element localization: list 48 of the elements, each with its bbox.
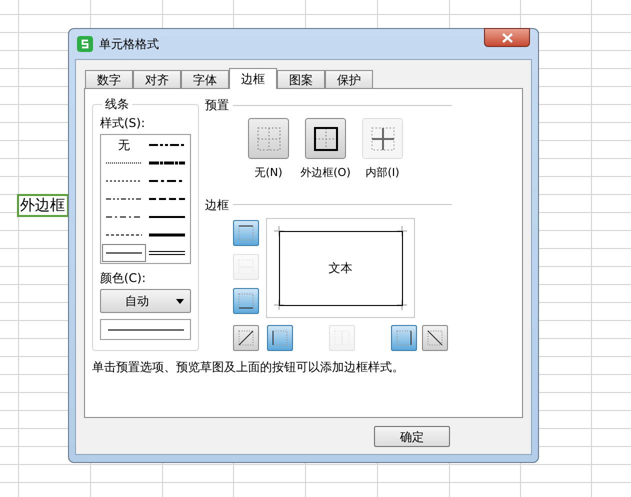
border-toggle-button[interactable]	[233, 324, 259, 350]
line-sample-icon	[149, 231, 186, 239]
style-label: 样式(S):	[100, 115, 146, 132]
group-label: 线条	[104, 96, 130, 113]
preview-text: 文本	[328, 260, 352, 276]
border-preview[interactable]: 文本	[266, 218, 415, 318]
section-label: 预置	[205, 97, 229, 114]
ok-button[interactable]: 确定	[374, 426, 450, 447]
line-sample-icon	[149, 159, 186, 167]
hint-text: 单击预置选项、预览草图及上面的按钮可以添加边框样式。	[92, 358, 405, 376]
outline-border-icon	[312, 124, 340, 152]
line-style-list[interactable]: 无	[100, 134, 191, 264]
preset-button[interactable]	[305, 118, 346, 159]
solid-line-icon	[108, 328, 184, 330]
line-sample-icon	[149, 213, 186, 221]
border-toggle-button[interactable]	[422, 324, 448, 350]
preset-label: 无(N)	[254, 165, 282, 181]
tab[interactable]: 保护	[325, 70, 373, 88]
line-sample-icon	[149, 195, 186, 203]
line-sample-icon	[149, 249, 186, 257]
line-sample-icon	[149, 141, 186, 149]
border-toggle-button[interactable]	[391, 324, 417, 350]
tab[interactable]: 字体	[181, 70, 229, 88]
inner-cross-icon	[368, 124, 396, 152]
dropdown-arrow-icon	[176, 298, 184, 304]
tab[interactable]: 图案	[277, 70, 325, 88]
app-logo-icon	[77, 36, 93, 52]
border-toggle-button[interactable]	[267, 324, 293, 350]
window-title: 单元格格式	[99, 36, 159, 53]
border-toggle-button[interactable]	[233, 220, 259, 246]
preset-label: 外边框(O)	[300, 165, 351, 181]
color-label: 颜色(C):	[100, 270, 147, 287]
close-icon	[502, 32, 512, 42]
dotted-grid-icon	[254, 124, 282, 152]
tab[interactable]: 边框	[229, 68, 277, 89]
close-button[interactable]	[484, 28, 530, 47]
section-label: 边框	[205, 196, 229, 214]
border-line-icon	[237, 328, 255, 346]
selected-cell[interactable]: 外边框	[17, 194, 69, 217]
line-style-option[interactable]	[102, 244, 146, 262]
color-dropdown[interactable]: 自动	[100, 289, 191, 313]
tab[interactable]: 数字	[85, 70, 133, 88]
cell-text: 外边框	[20, 198, 65, 213]
line-style-option[interactable]: 无	[102, 136, 146, 154]
preset-label: 内部(I)	[366, 165, 400, 181]
border-line-icon	[426, 328, 444, 346]
tab[interactable]: 对齐	[133, 70, 181, 88]
border-toggle-button[interactable]	[233, 288, 259, 314]
